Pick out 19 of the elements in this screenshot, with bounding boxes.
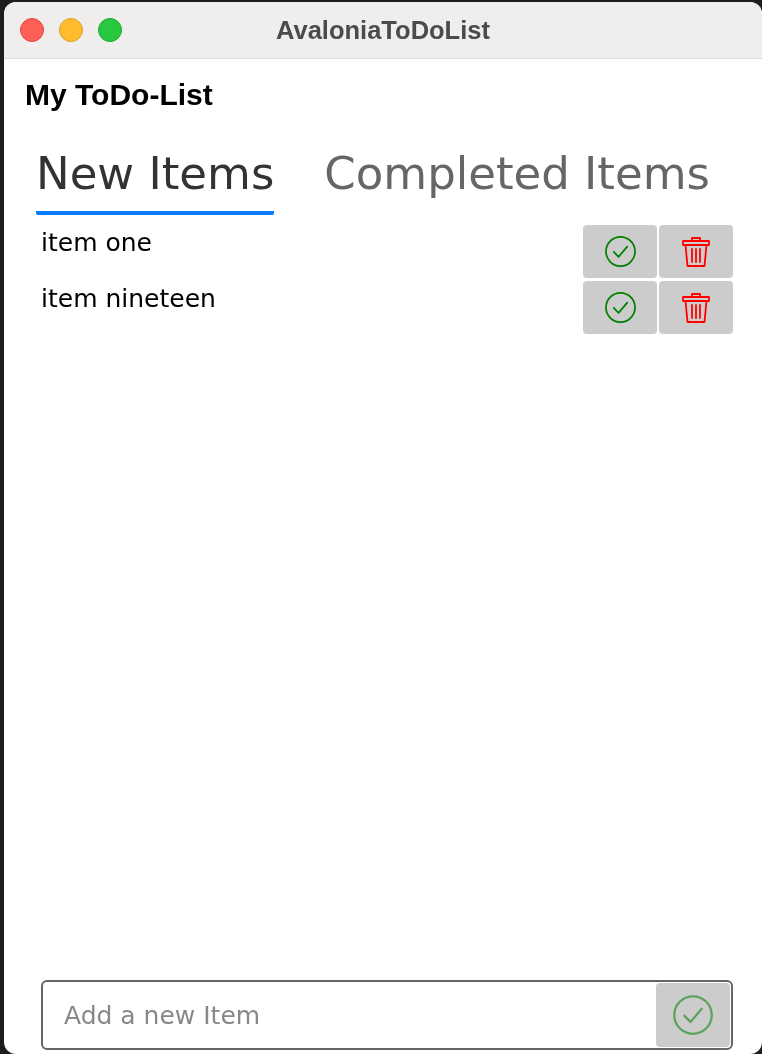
item-text: item one <box>41 228 152 258</box>
tab[interactable]: Completed Items <box>324 147 710 215</box>
check-circle-icon <box>604 236 636 267</box>
item-text: item nineteen <box>41 284 216 314</box>
page-heading: My ToDo-List <box>25 77 213 113</box>
complete-button[interactable] <box>583 225 657 278</box>
check-circle-icon <box>604 292 636 323</box>
delete-button[interactable] <box>659 281 733 334</box>
trash-icon <box>682 292 710 323</box>
trash-icon <box>682 236 710 267</box>
maximize-icon[interactable] <box>98 18 122 42</box>
delete-button[interactable] <box>659 225 733 278</box>
check-circle-icon <box>673 995 713 1035</box>
close-icon[interactable] <box>20 18 44 42</box>
complete-button[interactable] <box>583 281 657 334</box>
new-item-field[interactable]: Add a new Item <box>41 980 733 1050</box>
tab[interactable]: New Items <box>36 147 275 215</box>
window-title: AvaloniaToDoList <box>276 15 490 45</box>
minimize-icon[interactable] <box>59 18 83 42</box>
